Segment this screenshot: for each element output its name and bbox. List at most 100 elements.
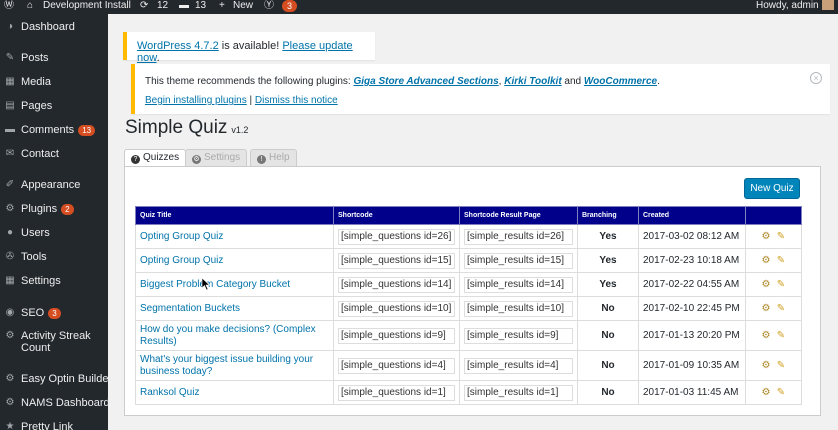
plugin-link-woocommerce[interactable]: WooCommerce <box>584 76 657 87</box>
result-shortcode-field[interactable]: [simple_results id=10] <box>464 300 573 317</box>
dismiss-x-icon[interactable]: × <box>810 72 822 84</box>
branching-cell: No <box>577 296 639 321</box>
sidebar-item-text: Media <box>21 76 51 88</box>
edit-pencil-icon[interactable]: ✎ <box>776 303 787 314</box>
seo-count: 3 <box>282 0 298 12</box>
wordpress-version-link[interactable]: WordPress 4.7.2 <box>137 40 219 52</box>
sidebar-item-label: NAMS Dashboard <box>21 397 110 409</box>
shortcode-field[interactable]: [simple_questions id=10] <box>338 300 455 317</box>
plugins-notice-text: This theme recommends the following plug… <box>145 76 354 87</box>
sidebar-item-text: Pages <box>21 100 53 112</box>
sidebar-item-label: Comments 13 <box>21 124 96 136</box>
column-header-created: Created <box>638 206 746 225</box>
settings-gear-icon[interactable]: ⚙ <box>761 303 772 314</box>
branching-cell: No <box>577 350 639 381</box>
sidebar-item-label: Appearance <box>21 179 80 191</box>
edit-pencil-icon[interactable]: ✎ <box>776 387 787 398</box>
settings-gear-icon[interactable]: ⚙ <box>761 330 772 341</box>
quiz-title-cell: Ranksol Quiz <box>135 380 334 405</box>
admin-bar: Ⓦ ⌂ Development Install ⟳ 12 ▬ 13 + New … <box>0 0 838 14</box>
result-shortcode-field[interactable]: [simple_results id=26] <box>464 228 573 245</box>
shortcode-field[interactable]: [simple_questions id=14] <box>338 276 455 293</box>
plugins-notice-end: . <box>657 76 660 87</box>
result-shortcode-field[interactable]: [simple_results id=15] <box>464 252 573 269</box>
shortcode-cell: [simple_questions id=26] <box>333 224 460 249</box>
result-shortcode-cell: [simple_results id=4] <box>459 350 578 381</box>
shortcode-field[interactable]: [simple_questions id=4] <box>338 357 455 374</box>
shortcode-field[interactable]: [simple_questions id=15] <box>338 252 455 269</box>
result-shortcode-field[interactable]: [simple_results id=1] <box>464 384 573 401</box>
result-shortcode-field[interactable]: [simple_results id=14] <box>464 276 573 293</box>
actions-cell: ⚙ ✎ <box>745 248 802 273</box>
plugin-link-kirki[interactable]: Kirki Toolkit <box>504 76 561 87</box>
result-shortcode-field[interactable]: [simple_results id=9] <box>464 327 573 344</box>
sidebar-item-text: Comments <box>21 124 75 136</box>
shortcode-cell: [simple_questions id=14] <box>333 272 460 297</box>
shortcode-field[interactable]: [simple_questions id=26] <box>338 228 455 245</box>
shortcode-field[interactable]: [simple_questions id=1] <box>338 384 455 401</box>
settings-gear-icon[interactable]: ⚙ <box>761 387 772 398</box>
quiz-title-link[interactable]: What's your biggest issue building your … <box>140 354 313 377</box>
quiz-title-link[interactable]: How do you make decisions? (Complex Resu… <box>140 324 316 347</box>
actions-separator: | <box>246 95 255 106</box>
site-name[interactable]: Development Install <box>43 0 131 14</box>
settings-gear-icon[interactable]: ⚙ <box>761 255 772 266</box>
edit-pencil-icon[interactable]: ✎ <box>776 360 787 371</box>
tab-help[interactable]: ! Help <box>250 149 297 166</box>
result-shortcode-cell: [simple_results id=1] <box>459 380 578 405</box>
edit-pencil-icon[interactable]: ✎ <box>776 231 787 242</box>
column-header-result-page: Shortcode Result Page <box>459 206 578 225</box>
settings-gear-icon[interactable]: ⚙ <box>761 231 772 242</box>
column-header-branching: Branching <box>577 206 639 225</box>
home-icon[interactable]: ⌂ <box>27 0 33 14</box>
sidebar-item-label: SEO 3 <box>21 307 61 319</box>
update-notice-text: is available! <box>218 40 283 52</box>
sidebar-item-label: Pages <box>21 100 52 112</box>
quiz-title-link[interactable]: Biggest Problem Category Bucket <box>140 279 290 290</box>
mail-icon: ✉ <box>5 148 15 159</box>
branching-cell: Yes <box>577 248 639 273</box>
new-content-link[interactable]: New <box>233 0 253 14</box>
my-account[interactable]: Howdy, admin <box>756 0 834 14</box>
sidebar-item-label: Posts <box>21 52 49 64</box>
settings-gear-icon[interactable]: ⚙ <box>761 279 772 290</box>
updates-count[interactable]: 12 <box>157 0 168 14</box>
actions-cell: ⚙ ✎ <box>745 380 802 405</box>
tab-quizzes[interactable]: ? Quizzes <box>124 149 187 167</box>
edit-pencil-icon[interactable]: ✎ <box>776 279 787 290</box>
edit-pencil-icon[interactable]: ✎ <box>776 330 787 341</box>
dismiss-notice-link[interactable]: Dismiss this notice <box>255 95 338 106</box>
quiz-title-link[interactable]: Segmentation Buckets <box>140 303 240 314</box>
comments-icon[interactable]: ▬ <box>179 0 189 14</box>
actions-cell: ⚙ ✎ <box>745 296 802 321</box>
sidebar-item-text: Appearance <box>21 179 81 191</box>
quiz-title-cell: What's your biggest issue building your … <box>135 350 334 381</box>
new-quiz-button[interactable]: New Quiz <box>744 178 800 199</box>
comments-count[interactable]: 13 <box>195 0 206 14</box>
page-title: Simple Quiz v1.2 <box>125 117 248 139</box>
seo-badge[interactable]: 3 <box>282 0 298 14</box>
result-shortcode-field[interactable]: [simple_results id=4] <box>464 357 573 374</box>
quiz-title-link[interactable]: Ranksol Quiz <box>140 387 199 398</box>
shortcode-cell: [simple_questions id=9] <box>333 320 460 351</box>
count-badge: 13 <box>78 124 96 136</box>
plugin-link-giga-store[interactable]: Giga Store Advanced Sections <box>353 76 498 87</box>
created-cell: 2017-02-22 04:55 AM <box>638 272 746 297</box>
tab-settings[interactable]: ⚙ Settings <box>185 149 248 166</box>
plus-icon[interactable]: + <box>219 0 225 14</box>
quiz-title-link[interactable]: Opting Group Quiz <box>140 255 223 266</box>
sidebar-item-label: Easy Optin Builder <box>21 373 112 385</box>
quiz-title-cell: Opting Group Quiz <box>135 224 334 249</box>
sidebar-item-text: Pretty Link <box>21 421 73 430</box>
settings-icon: ▦ <box>5 275 15 286</box>
shortcode-field[interactable]: [simple_questions id=9] <box>338 327 455 344</box>
sidebar-item-label: Users <box>21 227 50 239</box>
edit-pencil-icon[interactable]: ✎ <box>776 255 787 266</box>
begin-installing-link[interactable]: Begin installing plugins <box>145 95 247 106</box>
settings-gear-icon[interactable]: ⚙ <box>761 360 772 371</box>
mouse-cursor-icon <box>202 278 210 290</box>
quiz-title-link[interactable]: Opting Group Quiz <box>140 231 223 242</box>
wordpress-logo-icon[interactable]: Ⓦ <box>4 0 14 14</box>
updates-icon[interactable]: ⟳ <box>140 0 148 14</box>
seo-icon[interactable]: Ⓨ <box>264 0 274 14</box>
